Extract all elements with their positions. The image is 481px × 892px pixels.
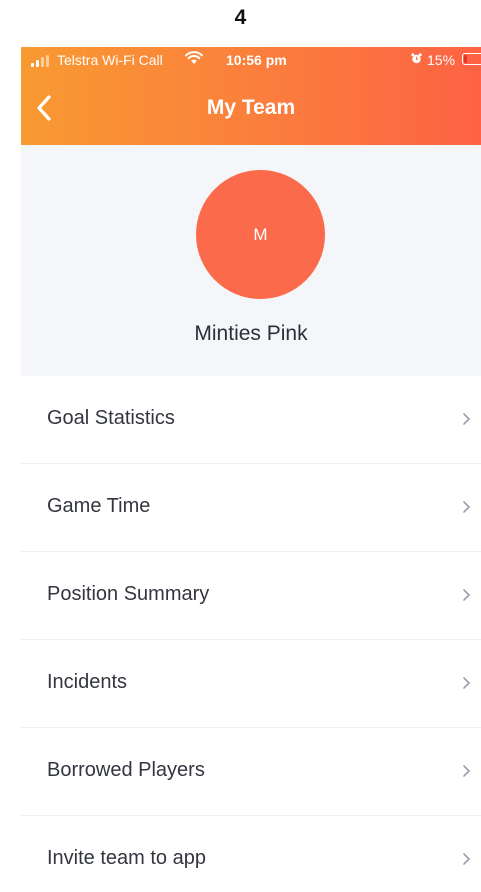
menu-item-invite-team[interactable]: Invite team to app [21,816,481,892]
status-bar: Telstra Wi-Fi Call 10:56 pm 15% [21,47,481,73]
team-name: Minties Pink [194,322,308,345]
chevron-right-icon [463,501,471,513]
chevron-right-icon [463,853,471,865]
page: 4 Telstra Wi-Fi Call 10:56 pm 15% My Tea… [0,0,481,892]
chevron-right-icon [463,765,471,777]
alarm-icon [411,53,422,64]
chevron-right-icon [463,413,471,425]
carrier-name: Telstra Wi-Fi Call [57,52,163,68]
battery-icon [462,53,481,65]
team-avatar: M [196,170,325,299]
menu-item-goal-statistics[interactable]: Goal Statistics [21,376,481,464]
team-menu: Goal Statistics Game Time Position Summa… [21,376,481,892]
wifi-icon [185,51,203,64]
battery-percent: 15% [427,52,456,68]
menu-item-label: Invite team to app [47,847,206,869]
menu-item-label: Borrowed Players [47,759,205,781]
menu-item-label: Incidents [47,671,128,693]
battery-level-fill [464,55,467,63]
menu-item-game-time[interactable]: Game Time [21,464,481,552]
signal-icon [31,55,53,67]
menu-item-position-summary[interactable]: Position Summary [21,552,481,640]
menu-item-borrowed-players[interactable]: Borrowed Players [21,728,481,816]
menu-item-label: Goal Statistics [47,407,175,429]
menu-item-label: Position Summary [47,583,210,605]
header: Telstra Wi-Fi Call 10:56 pm 15% My Team [21,47,481,145]
menu-item-label: Game Time [47,495,151,517]
page-number-label: 4 [234,6,247,29]
page-title: My Team [206,96,296,119]
menu-item-incidents[interactable]: Incidents [21,640,481,728]
chevron-right-icon [463,677,471,689]
avatar-initial: M [253,224,268,244]
team-profile: M Minties Pink [21,145,481,376]
phone-screen: Telstra Wi-Fi Call 10:56 pm 15% My Team … [21,47,481,892]
status-time: 10:56 pm [226,52,287,68]
chevron-right-icon [463,589,471,601]
